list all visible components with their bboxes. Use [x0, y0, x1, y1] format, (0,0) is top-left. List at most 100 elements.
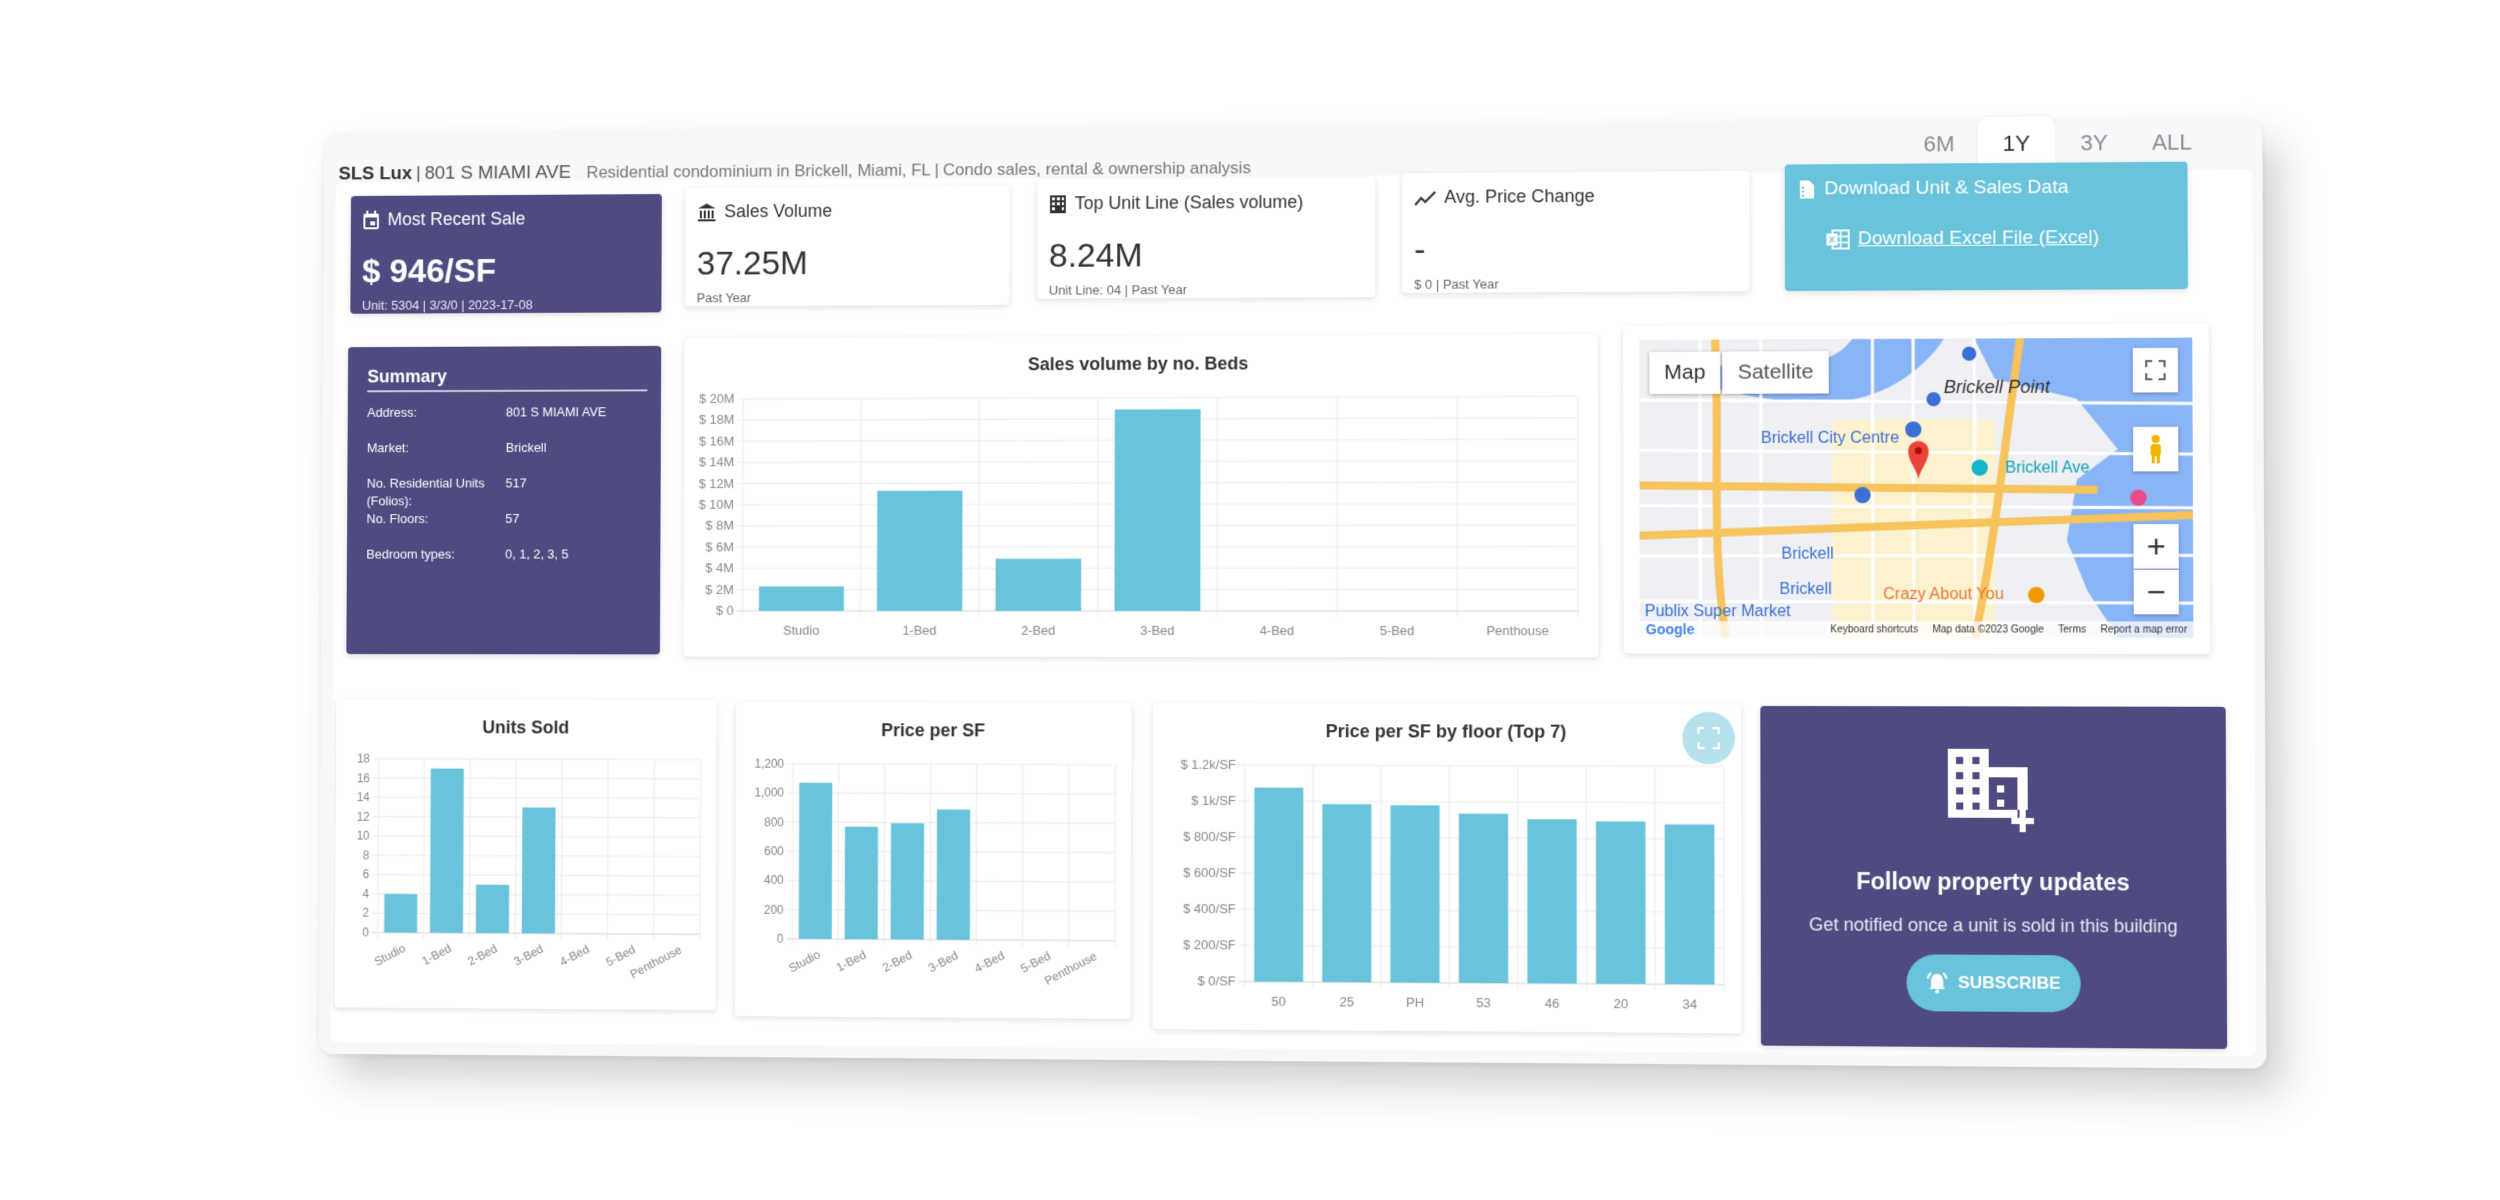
bar-50 [1254, 787, 1304, 982]
summary-divider [367, 389, 648, 393]
bar-1-bed [844, 826, 879, 940]
y-tick-label: 8 [363, 848, 370, 862]
x-tick-label: Studio [786, 947, 822, 975]
kpi-title-row: Sales Volume [697, 201, 832, 223]
vertical-gridline [654, 759, 655, 940]
map-type-map-button[interactable]: Map [1649, 351, 1721, 395]
trend-icon [1414, 189, 1436, 206]
kpi-title-row: Avg. Price Change [1414, 186, 1595, 208]
x-tick-label: 5-Bed [1380, 623, 1415, 638]
summary-key: No. Residential Units (Folios): [366, 475, 485, 509]
map-type-satellite-button[interactable]: Satellite [1722, 351, 1829, 394]
kpi-subtitle: Unit: 5304 | 3/3/0 | 2023-17-08 [361, 297, 533, 313]
vertical-gridline [700, 760, 701, 941]
kpi-top-unit-line: Top Unit Line (Sales volume) 8.24M Unit … [1036, 177, 1376, 299]
follow-updates-card: Follow property updates Get notified onc… [1760, 705, 2228, 1050]
x-tick-label: 3-Bed [926, 948, 961, 975]
kpi-title-row: Most Recent Sale [362, 209, 525, 231]
price-by-floor-chart: $ 0/SF $ 200/SF $ 400/SF $ 600/SF $ 800/SF $ … [1180, 757, 1742, 1012]
x-tick-label: 50 [1271, 994, 1285, 1009]
map-zoom-out-button[interactable]: − [2133, 569, 2179, 615]
vertical-gridline [884, 764, 885, 945]
vertical-gridline [515, 759, 516, 939]
summary-key: Market: [366, 440, 409, 456]
summary-key: Bedroom types: [366, 546, 455, 562]
keyboard-shortcuts-link[interactable]: Keyboard shortcuts [1830, 624, 1918, 635]
subscribe-button[interactable]: SUBSCRIBE [1905, 954, 2081, 1013]
map-place-label: Brickell City Centre [1760, 429, 1900, 447]
y-tick-label: $ 0/SF [1197, 973, 1235, 988]
summary-title: Summary [367, 366, 447, 387]
x-tick-label: 4-Bed [1260, 623, 1295, 638]
x-tick-label: 1-Bed [834, 947, 868, 974]
report-map-error-link[interactable]: Report a map error [2100, 624, 2187, 635]
excel-icon: X [1825, 229, 1849, 249]
x-tick-label: 4-Bed [557, 942, 591, 969]
summary-row: Address: 801 S MIAMI AVE [367, 403, 659, 422]
y-tick-label: 1,200 [755, 757, 785, 771]
sales-volume-chart-card: Sales volume by no. Beds $ 0 $ 2M $ 4M $ 6M… [683, 334, 1599, 658]
y-tick-label: 16 [357, 771, 370, 785]
price-by-floor-chart-card: Price per SF by floor (Top 7) $ 0/SF $ 20… [1152, 702, 1742, 1034]
y-tick-label: 400 [764, 873, 784, 887]
fullscreen-icon [2145, 360, 2166, 380]
y-tick-label: 800 [764, 815, 784, 829]
street-view-pegman-button[interactable] [2133, 426, 2179, 472]
bar-ph [1390, 805, 1440, 983]
y-tick-label: $ 400/SF [1183, 901, 1236, 916]
map-place-label: Brickell Point [1943, 376, 2051, 398]
gridline [373, 759, 701, 760]
map-fullscreen-button[interactable] [2132, 347, 2179, 393]
x-tick-label: Studio [783, 623, 819, 638]
kpi-title: Top Unit Line (Sales volume) [1074, 191, 1304, 214]
download-title: Download Unit & Sales Data [1824, 176, 2069, 200]
y-tick-label: 600 [764, 844, 784, 858]
kpi-value: 8.24M [1048, 236, 1143, 275]
kpi-title-row: Top Unit Line (Sales volume) [1049, 192, 1303, 214]
x-tick-label: Penthouse [1486, 623, 1549, 638]
dashboard-window: SLS Lux | 801 S MIAMI AVE Residential co… [318, 116, 2267, 1069]
gridline [373, 778, 701, 779]
bar-studio [758, 586, 844, 611]
y-tick-label: $ 16M [699, 433, 734, 448]
y-tick-label: 1,000 [754, 786, 784, 800]
map-place-label: Brickell [1781, 545, 1834, 563]
bank-icon [697, 202, 717, 222]
bar-25 [1322, 804, 1372, 983]
summary-card: Summary Address: 801 S MIAMI AVE Market: B… [346, 345, 662, 655]
summary-row: Market: Brickell [367, 439, 659, 457]
x-tick-label: 3-Bed [511, 942, 545, 969]
vertical-gridline [607, 759, 608, 939]
follow-subtitle: Get notified once a unit is sold in this… [1808, 914, 2178, 937]
terms-link[interactable]: Terms [2058, 624, 2086, 635]
y-tick-label: $ 4M [705, 560, 733, 575]
download-excel-link[interactable]: X Download Excel File (Excel) [1825, 227, 2099, 251]
kpi-most-recent-sale: Most Recent Sale $ 946/SF Unit: 5304 | 3… [350, 194, 662, 314]
file-icon [1799, 179, 1815, 199]
building-add-icon [1945, 747, 2039, 838]
map-view[interactable]: Brickell Point Brickell City Centre Bric… [1639, 337, 2194, 638]
y-tick-label: 18 [357, 752, 370, 766]
pegman-icon [2150, 434, 2161, 464]
gridline [737, 396, 1578, 399]
map-place-label: Crazy About You [1883, 585, 2004, 604]
x-tick-label: 34 [1682, 996, 1697, 1011]
y-tick-label: $ 6M [705, 539, 733, 554]
bar-20 [1595, 821, 1646, 985]
map-place-label: Brickell Ave [2005, 459, 2090, 477]
x-tick-label: 4-Bed [972, 948, 1007, 975]
expand-chart-button[interactable] [1682, 711, 1736, 765]
map-data-label: Map data ©2023 Google [1932, 623, 2044, 636]
map-zoom-in-button[interactable]: + [2133, 524, 2179, 569]
y-tick-label: $ 200/SF [1183, 937, 1236, 952]
y-tick-label: $ 8M [706, 518, 734, 533]
download-card: Download Unit & Sales Data X Download Ex… [1784, 161, 2188, 292]
vertical-gridline [792, 764, 793, 945]
gridline [1239, 801, 1724, 803]
x-tick-label: 3-Bed [1140, 623, 1175, 638]
summary-row: No. Floors: 57 [366, 510, 658, 528]
y-tick-label: 14 [357, 790, 370, 804]
kpi-value: $ 946/SF [362, 252, 497, 291]
vertical-gridline [561, 759, 562, 939]
x-tick-label: Penthouse [1042, 949, 1099, 988]
